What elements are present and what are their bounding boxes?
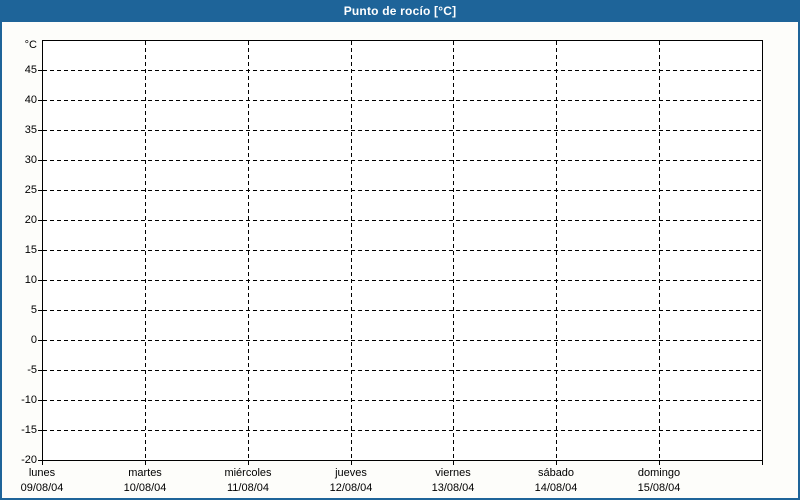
day-name: viernes — [435, 467, 471, 479]
y-gridline — [43, 130, 761, 131]
x-tick — [659, 461, 660, 465]
day-date: 09/08/04 — [20, 482, 64, 494]
y-tick-label: -10 — [21, 394, 37, 406]
y-gridline — [43, 250, 761, 251]
x-day-label: sábado 14/08/04 — [501, 466, 611, 496]
y-tick — [38, 430, 42, 431]
x-tick — [762, 461, 763, 465]
y-tick-label: -5 — [27, 364, 37, 376]
day-name: domingo — [637, 467, 681, 479]
y-tick-label: -15 — [21, 424, 37, 436]
y-tick — [38, 130, 42, 131]
x-gridline — [659, 41, 660, 459]
y-gridline — [43, 70, 761, 71]
day-date: 12/08/04 — [329, 482, 373, 494]
y-tick-label: -20 — [21, 454, 37, 466]
dew-point-chart: 45 40 35 30 25 20 15 10 5 0 -5 -10 -15 -20 °C lunes 09/0… — [0, 0, 800, 500]
y-tick — [38, 310, 42, 311]
x-day-label: miércoles 11/08/04 — [193, 466, 303, 496]
y-axis-unit-label: °C — [24, 39, 37, 51]
y-tick-label: 5 — [30, 304, 37, 316]
chart-title: Punto de rocío [°C] — [343, 4, 457, 18]
x-day-label: jueves 12/08/04 — [296, 466, 406, 496]
y-tick — [38, 370, 42, 371]
day-date: 13/08/04 — [431, 482, 475, 494]
y-tick — [38, 340, 42, 341]
x-gridline — [145, 41, 146, 459]
x-day-label: lunes 09/08/04 — [0, 466, 97, 496]
day-date: 10/08/04 — [123, 482, 167, 494]
y-tick-label: 15 — [24, 244, 37, 256]
y-tick-label: 0 — [30, 334, 37, 346]
y-tick-label: 35 — [24, 124, 37, 136]
y-gridline — [43, 400, 761, 401]
day-date: 14/08/04 — [534, 482, 578, 494]
y-tick-label: 30 — [24, 154, 37, 166]
y-tick-label: 45 — [24, 64, 37, 76]
y-tick-label: 20 — [24, 214, 37, 226]
x-day-label: martes 10/08/04 — [90, 466, 200, 496]
x-gridline — [351, 41, 352, 459]
x-gridline — [556, 41, 557, 459]
x-day-label: domingo 15/08/04 — [604, 466, 714, 496]
chart-title-bar: Punto de rocío [°C] — [0, 0, 800, 22]
day-name: sábado — [537, 467, 575, 479]
y-gridline — [43, 430, 761, 431]
y-gridline — [43, 190, 761, 191]
x-gridline — [453, 41, 454, 459]
y-tick — [38, 70, 42, 71]
x-tick — [248, 461, 249, 465]
x-tick — [453, 461, 454, 465]
y-gridline — [43, 310, 761, 311]
y-gridline — [43, 280, 761, 281]
x-tick — [145, 461, 146, 465]
y-tick — [38, 220, 42, 221]
y-tick — [38, 280, 42, 281]
y-gridline — [43, 370, 761, 371]
day-name: jueves — [335, 467, 367, 479]
y-tick — [38, 160, 42, 161]
day-name: lunes — [28, 467, 56, 479]
x-gridline — [248, 41, 249, 459]
day-name: martes — [128, 467, 162, 479]
day-date: 11/08/04 — [226, 482, 269, 494]
y-tick-label: 40 — [24, 94, 37, 106]
y-tick-label: 10 — [24, 274, 37, 286]
y-tick — [38, 190, 42, 191]
y-gridline — [43, 220, 761, 221]
x-tick — [556, 461, 557, 465]
y-gridline — [43, 160, 761, 161]
x-tick — [351, 461, 352, 465]
x-tick — [42, 461, 43, 465]
y-gridline — [43, 340, 761, 341]
y-tick — [38, 400, 42, 401]
y-gridline — [43, 100, 761, 101]
y-tick-label: 25 — [24, 184, 37, 196]
x-day-label: viernes 13/08/04 — [398, 466, 508, 496]
y-tick — [38, 100, 42, 101]
day-date: 15/08/04 — [637, 482, 681, 494]
day-name: miércoles — [224, 467, 272, 479]
y-tick — [38, 250, 42, 251]
